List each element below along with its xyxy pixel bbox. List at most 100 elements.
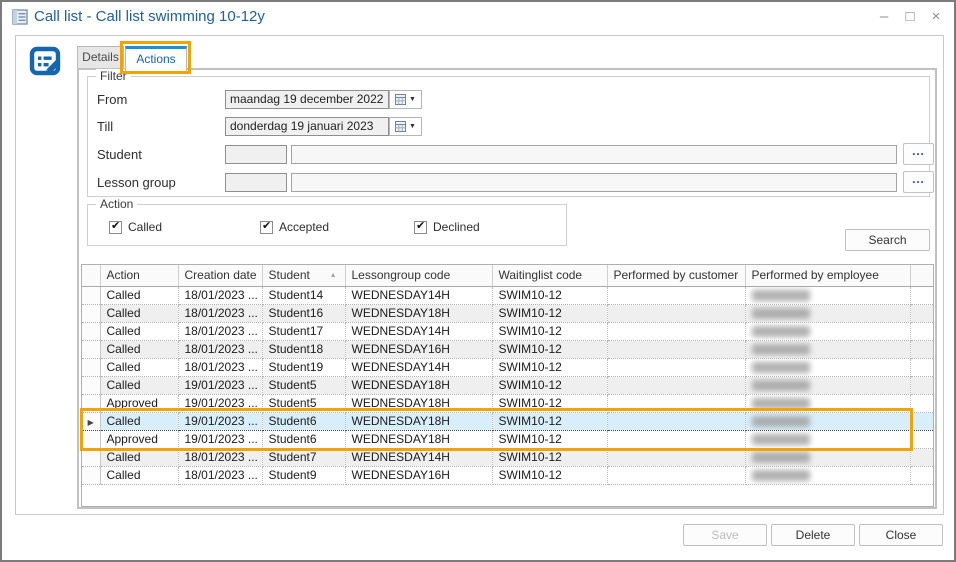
cell-action: Called: [100, 340, 179, 359]
table-row[interactable]: Called 18/01/2023 ... Student7 WEDNESDAY14H…: [82, 448, 933, 467]
student-code-input[interactable]: [225, 145, 287, 164]
cell-performed-by-employee: [745, 376, 911, 395]
cell-student: Student17: [262, 322, 346, 341]
delete-button[interactable]: Delete: [771, 524, 855, 546]
current-row-arrow-icon: ▶: [87, 418, 94, 427]
call-list-search-icon: [29, 46, 61, 76]
checkbox-called[interactable]: ✔ Called: [109, 220, 162, 234]
cell-creation-date: 18/01/2023 ...: [178, 466, 263, 485]
column-header-creation-date[interactable]: Creation date: [178, 265, 263, 287]
check-mark-icon: ✔: [262, 219, 272, 232]
row-indicator-cell: [82, 394, 101, 413]
table-row[interactable]: Called 18/01/2023 ... Student19 WEDNESDAY14…: [82, 358, 933, 377]
redacted-employee-name: [751, 289, 810, 301]
cell-performed-by-customer: [607, 411, 746, 431]
row-indicator-cell: ▶: [82, 411, 101, 431]
table-row[interactable]: Called 18/01/2023 ... Student9 WEDNESDAY16H…: [82, 466, 933, 485]
close-button[interactable]: Close: [859, 524, 943, 546]
from-date-input[interactable]: maandag 19 december 2022: [225, 90, 389, 109]
checkbox-declined-label: Declined: [433, 220, 480, 234]
table-row[interactable]: ▶ Called 19/01/2023 ... Student6 WEDNESDAY18…: [82, 411, 933, 431]
checkbox-accepted[interactable]: ✔ Accepted: [260, 220, 329, 234]
tab-actions[interactable]: Actions: [125, 46, 187, 71]
column-header-lessongroup-code[interactable]: Lessongroup code: [345, 265, 493, 287]
tab-details[interactable]: Details: [77, 46, 124, 69]
save-button[interactable]: Save: [683, 524, 767, 546]
table-row[interactable]: Approved 19/01/2023 ... Student5 WEDNESDAY1…: [82, 394, 933, 413]
cell-creation-date: 18/01/2023 ...: [178, 448, 263, 467]
row-indicator-header: [82, 265, 101, 287]
table-row[interactable]: Approved 19/01/2023 ... Student6 WEDNESDAY1…: [82, 430, 933, 449]
till-date-input[interactable]: donderdag 19 januari 2023: [225, 117, 389, 136]
cell-creation-date: 19/01/2023 ...: [178, 430, 263, 449]
cell-filler: [910, 430, 933, 449]
checkbox-icon: ✔: [109, 220, 122, 234]
column-header-performed-by-customer[interactable]: Performed by customer: [607, 265, 746, 287]
row-indicator-cell: [82, 286, 101, 305]
student-name-input[interactable]: [291, 145, 897, 164]
cell-filler: [910, 448, 933, 467]
redacted-employee-name: [751, 433, 810, 445]
cell-student: Student14: [262, 286, 346, 305]
cell-performed-by-customer: [607, 322, 746, 341]
cell-student: Student7: [262, 448, 346, 467]
cell-performed-by-employee: [745, 448, 911, 467]
student-label: Student: [97, 147, 142, 162]
cell-action: Called: [100, 376, 179, 395]
cell-action: Called: [100, 304, 179, 323]
cell-filler: [910, 466, 933, 485]
row-indicator-cell: [82, 430, 101, 449]
cell-waitinglist-code: SWIM10-12: [492, 430, 608, 449]
cell-filler: [910, 322, 933, 341]
cell-performed-by-customer: [607, 286, 746, 305]
cell-performed-by-customer: [607, 358, 746, 377]
table-row[interactable]: Called 19/01/2023 ... Student5 WEDNESDAY18H…: [82, 376, 933, 395]
cell-filler: [910, 340, 933, 359]
redacted-employee-name: [751, 397, 810, 409]
cell-creation-date: 18/01/2023 ...: [178, 286, 263, 305]
cell-action: Called: [100, 466, 179, 485]
cell-creation-date: 18/01/2023 ...: [178, 304, 263, 323]
checkbox-called-label: Called: [128, 220, 163, 234]
lesson-group-name-input[interactable]: [291, 173, 897, 192]
minimize-icon[interactable]: –: [876, 6, 892, 28]
checkbox-accepted-label: Accepted: [279, 220, 330, 234]
cell-performed-by-employee: [745, 466, 911, 485]
cell-student: Student9: [262, 466, 346, 485]
lesson-group-browse-button[interactable]: …: [903, 171, 934, 193]
cell-performed-by-employee: [745, 286, 911, 305]
cell-waitinglist-code: SWIM10-12: [492, 304, 608, 323]
call-list-document-icon: [12, 9, 28, 25]
till-label: Till: [97, 119, 114, 134]
table-row[interactable]: Called 18/01/2023 ... Student16 WEDNESDAY18…: [82, 304, 933, 323]
cell-waitinglist-code: SWIM10-12: [492, 358, 608, 377]
cell-creation-date: 19/01/2023 ...: [178, 411, 263, 431]
student-browse-button[interactable]: …: [903, 143, 934, 165]
cell-creation-date: 18/01/2023 ...: [178, 322, 263, 341]
column-header-waitinglist-code[interactable]: Waitinglist code: [492, 265, 608, 287]
table-row[interactable]: Called 18/01/2023 ... Student17 WEDNESDAY14…: [82, 322, 933, 341]
redacted-employee-name: [751, 325, 810, 337]
row-indicator-cell: [82, 304, 101, 323]
cell-performed-by-customer: [607, 466, 746, 485]
till-date-picker-button[interactable]: ▼: [389, 117, 422, 136]
row-indicator-cell: [82, 466, 101, 485]
column-header-performed-by-employee[interactable]: Performed by employee: [745, 265, 911, 287]
close-icon[interactable]: ×: [928, 6, 944, 28]
column-header-student[interactable]: Student ▲: [262, 265, 346, 287]
table-row[interactable]: Called 18/01/2023 ... Student14 WEDNESDAY14…: [82, 286, 933, 305]
from-date-picker-button[interactable]: ▼: [389, 90, 422, 109]
search-button[interactable]: Search: [845, 229, 930, 251]
lesson-group-code-input[interactable]: [225, 173, 287, 192]
checkbox-declined[interactable]: ✔ Declined: [414, 220, 480, 234]
cell-filler: [910, 411, 933, 431]
calendar-icon: [395, 121, 407, 132]
title-bar: Call list - Call list swimming 10-12y – …: [2, 2, 954, 32]
cell-lessongroup-code: WEDNESDAY16H: [345, 466, 493, 485]
grid-header-row: Action Creation date Student ▲ Lessongrou…: [82, 265, 933, 287]
cell-creation-date: 18/01/2023 ...: [178, 340, 263, 359]
maximize-icon[interactable]: □: [902, 6, 918, 28]
table-row[interactable]: Called 18/01/2023 ... Student18 WEDNESDAY16…: [82, 340, 933, 359]
cell-action: Called: [100, 322, 179, 341]
column-header-action[interactable]: Action: [100, 265, 179, 287]
